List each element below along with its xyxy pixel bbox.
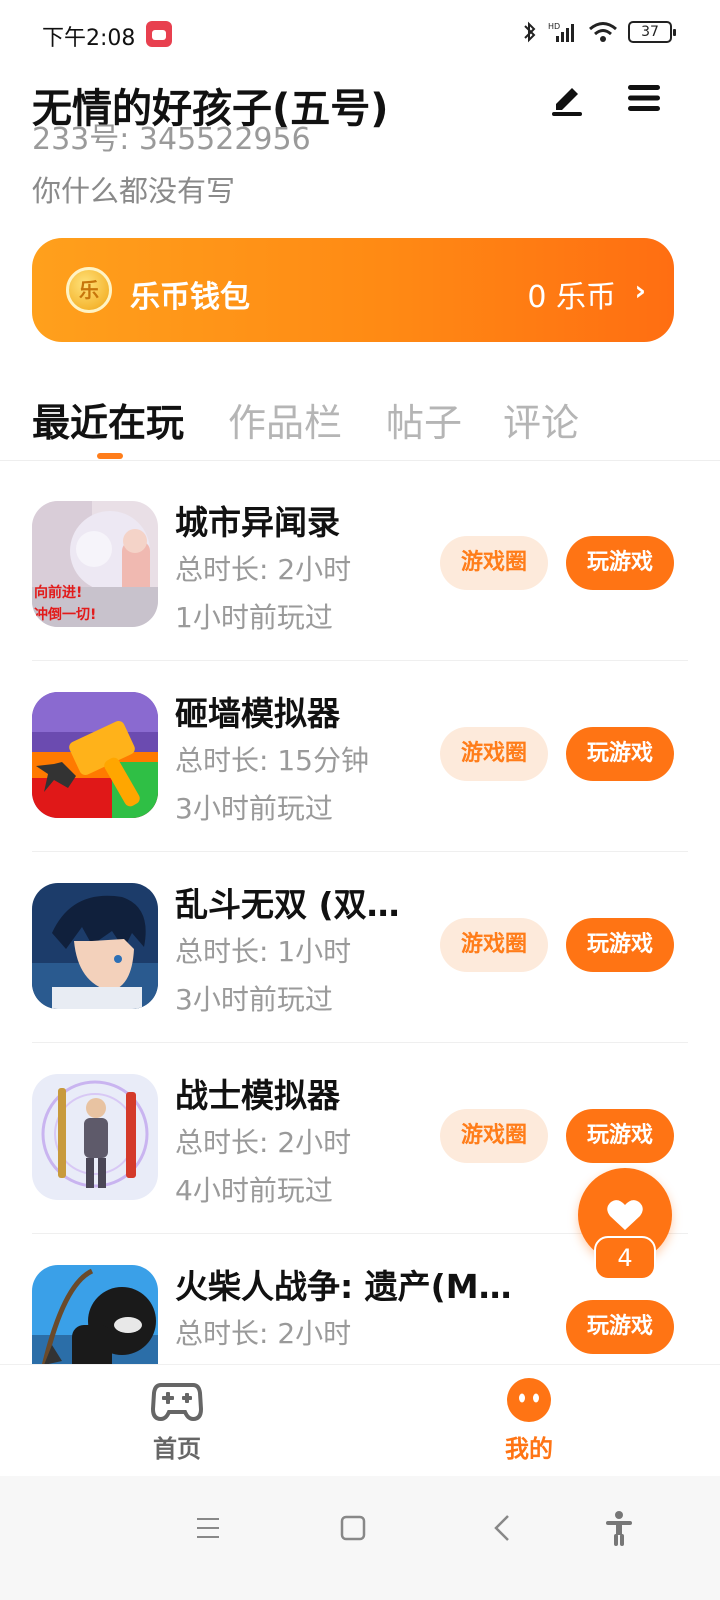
pen-icon [552,88,582,116]
game-last-played: 3小时前玩过 [175,792,333,825]
game-last-played: 4小时前玩过 [175,1174,333,1207]
play-game-button[interactable]: 玩游戏 [566,1109,674,1163]
game-duration: 总时长: 1小时 [175,935,352,968]
game-title: 战士模拟器 [175,1076,340,1115]
menu-button[interactable] [624,78,664,118]
coin-icon: 乐 [66,267,112,313]
wallet-banner[interactable]: 乐 乐币钱包 0 乐币 › [32,238,674,342]
status-bar: 下午2:08 HD 37 [0,0,720,68]
nav-mine[interactable]: 我的 [469,1377,589,1471]
system-navigation-bar [0,1476,720,1600]
battery-icon: 37 [628,21,676,43]
game-title: 城市异闻录 [175,503,340,542]
status-icons: HD 37 [522,20,676,44]
app-notification-icon [146,21,172,47]
game-duration: 总时长: 2小时 [175,553,352,586]
back-chevron-icon [494,1515,509,1541]
bluetooth-icon [524,21,536,43]
nav-home[interactable]: 首页 [117,1377,237,1471]
svg-text:冲倒一切!: 冲倒一切! [34,606,96,623]
svg-text:向前进!: 向前进! [34,584,82,601]
tab-recent[interactable]: 最近在玩 [32,392,184,447]
heart-icon [607,1200,643,1230]
list-item[interactable]: 向前进! 冲倒一切! 城市异闻录 总时长: 2小时 1小时前玩过 游戏圈 玩游戏 [0,470,720,661]
game-duration: 总时长: 15分钟 [175,744,369,777]
gamepad-icon [150,1383,204,1422]
accessibility-button[interactable] [597,1506,641,1550]
bottom-navigation: 首页 我的 [0,1364,720,1476]
chevron-right-icon: › [634,274,646,307]
tab-comments[interactable]: 评论 [503,392,579,447]
game-thumbnail[interactable] [32,1074,158,1200]
tab-indicator [97,453,123,459]
divider [0,460,720,461]
signal-icon: HD [548,22,574,42]
nav-home-label: 首页 [153,1435,201,1463]
home-button[interactable] [331,1506,375,1550]
list-item[interactable]: 砸墙模拟器 总时长: 15分钟 3小时前玩过 游戏圈 玩游戏 [0,661,720,852]
tab-posts[interactable]: 帖子 [386,392,462,447]
game-last-played: 1小时前玩过 [175,601,333,634]
menu-lines-icon [197,1518,219,1538]
play-game-button[interactable]: 玩游戏 [566,536,674,590]
back-button[interactable] [481,1506,525,1550]
game-thumbnail[interactable] [32,883,158,1009]
game-thumbnail[interactable] [32,692,158,818]
profile-uid: 233号: 345522956 [32,122,311,157]
game-duration: 总时长: 2小时 [175,1126,352,1159]
play-game-button[interactable]: 玩游戏 [566,1300,674,1354]
game-thumbnail[interactable] [32,1265,158,1364]
edit-profile-button[interactable] [548,78,588,118]
game-title: 乱斗无双 (双… [175,885,400,924]
tab-works[interactable]: 作品栏 [228,392,342,447]
wallet-balance: 0 乐币 [527,280,616,315]
game-title: 砸墙模拟器 [175,694,340,733]
svg-text:HD: HD [548,22,560,31]
recents-button[interactable] [186,1506,230,1550]
face-icon [507,1378,551,1422]
play-game-button[interactable]: 玩游戏 [566,727,674,781]
status-time: 下午2:08 [42,26,136,51]
game-duration: 总时长: 2小时 [175,1317,352,1350]
game-last-played: 3小时前玩过 [175,983,333,1016]
wifi-icon [589,22,617,42]
profile-signature[interactable]: 你什么都没有写 [32,168,235,210]
play-game-button[interactable]: 玩游戏 [566,918,674,972]
game-circle-button[interactable]: 游戏圈 [440,918,548,972]
square-icon [340,1515,366,1541]
accessibility-icon [606,1511,632,1546]
hamburger-icon [628,85,660,111]
profile-tabs: 最近在玩 作品栏 帖子 评论 [0,388,720,460]
game-circle-button[interactable]: 游戏圈 [440,1109,548,1163]
game-title: 火柴人战争: 遗产(M… [175,1267,512,1306]
game-circle-button[interactable]: 游戏圈 [440,536,548,590]
game-circle-button[interactable]: 游戏圈 [440,727,548,781]
nav-mine-label: 我的 [505,1435,553,1463]
wallet-title: 乐币钱包 [130,280,250,315]
list-item[interactable]: 乱斗无双 (双… 总时长: 1小时 3小时前玩过 游戏圈 玩游戏 [0,852,720,1043]
game-thumbnail[interactable]: 向前进! 冲倒一切! [32,501,158,627]
like-count-badge: 4 [594,1236,656,1280]
